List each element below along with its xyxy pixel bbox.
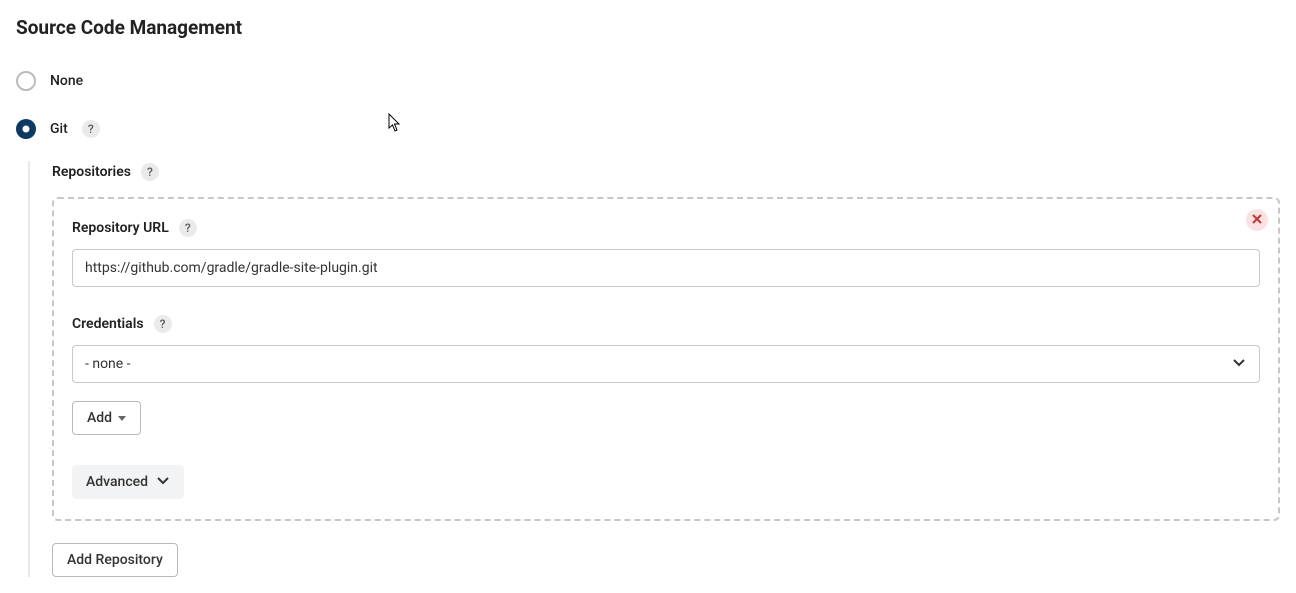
credentials-label: Credentials [72, 316, 144, 332]
add-credentials-button[interactable]: Add [72, 401, 141, 435]
radio-icon [16, 71, 36, 91]
add-button-label: Add [87, 410, 112, 426]
chevron-down-icon [156, 473, 170, 491]
repo-url-label-row: Repository URL ? [72, 219, 1260, 237]
radio-label-none: None [50, 73, 83, 89]
git-config-section: Repositories ? Repository URL ? Credenti… [28, 161, 1280, 577]
close-icon [1252, 212, 1262, 228]
radio-icon-selected [16, 119, 36, 139]
repositories-label: Repositories [52, 164, 131, 180]
scm-option-none[interactable]: None [16, 71, 1280, 91]
section-title: Source Code Management [16, 16, 1280, 39]
advanced-toggle-button[interactable]: Advanced [72, 465, 184, 499]
caret-down-icon [118, 416, 126, 421]
add-repository-label: Add Repository [67, 552, 163, 568]
help-icon[interactable]: ? [82, 120, 100, 138]
remove-repository-button[interactable] [1246, 209, 1268, 231]
repo-url-input[interactable] [72, 249, 1260, 287]
scm-option-git[interactable]: Git ? [16, 119, 1280, 139]
radio-label-git: Git [50, 121, 68, 137]
add-repository-button[interactable]: Add Repository [52, 543, 178, 577]
help-icon[interactable]: ? [179, 219, 197, 237]
credentials-label-row: Credentials ? [72, 315, 1260, 333]
help-icon[interactable]: ? [154, 315, 172, 333]
credentials-select-wrapper: - none - [72, 345, 1260, 383]
repo-url-label: Repository URL [72, 220, 169, 236]
advanced-button-label: Advanced [86, 474, 148, 490]
help-icon[interactable]: ? [141, 163, 159, 181]
repositories-label-row: Repositories ? [52, 163, 1280, 181]
credentials-select[interactable]: - none - [72, 345, 1260, 383]
repository-entry: Repository URL ? Credentials ? - none - … [52, 197, 1280, 521]
